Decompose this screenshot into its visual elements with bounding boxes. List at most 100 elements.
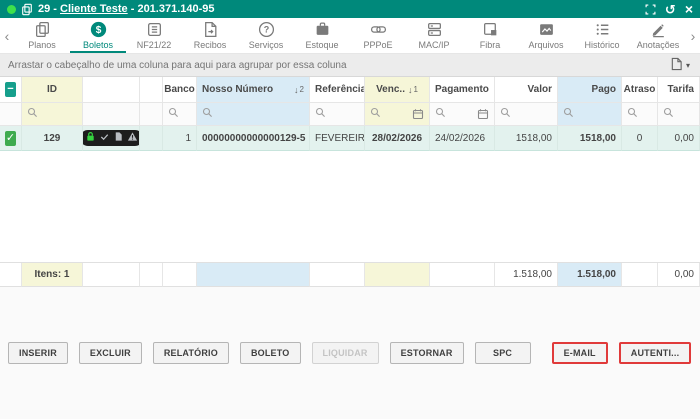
tab-servicos[interactable]: ? Serviços	[238, 18, 294, 53]
fullscreen-icon[interactable]	[645, 4, 656, 15]
tab-label: Histórico	[584, 40, 619, 50]
calendar-icon[interactable]	[477, 108, 489, 120]
filter-spacer	[140, 103, 163, 126]
cell-nosso-numero: 00000000000000129-5	[197, 126, 310, 151]
tab-label: Recibos	[194, 40, 227, 50]
list-icon	[594, 21, 611, 38]
calendar-icon[interactable]	[412, 108, 424, 120]
select-all-cell: −	[0, 77, 22, 103]
col-header-referencia[interactable]: Referência	[310, 77, 365, 103]
titlebar: 29 - Cliente Teste - 201.371.140-95 ↺ ×	[0, 0, 700, 18]
check-icon	[99, 131, 110, 145]
filter-pagamento[interactable]	[430, 103, 495, 126]
window-controls: ↺ ×	[645, 2, 693, 16]
table-row[interactable]: ✓ 129 1 00000000000000129-5 FEVEREIRO...…	[0, 126, 700, 151]
document-icon	[113, 131, 124, 145]
tab-planos[interactable]: Planos	[14, 18, 70, 53]
tab-arquivos[interactable]: Arquivos	[518, 18, 574, 53]
export-button[interactable]: ▾	[670, 57, 690, 74]
col-header-atraso[interactable]: Atraso	[622, 77, 658, 103]
cell-pago: 1518,00	[558, 126, 622, 151]
invoice-list-icon	[146, 21, 163, 38]
tab-boletos[interactable]: $ Boletos	[70, 18, 126, 53]
filter-referencia[interactable]	[310, 103, 365, 126]
tab-label: Planos	[28, 40, 56, 50]
client-billing-window: 29 - Cliente Teste - 201.371.140-95 ↺ × …	[0, 0, 700, 419]
filter-select-cell	[0, 103, 22, 126]
col-header-valor[interactable]: Valor	[495, 77, 558, 103]
client-name-link[interactable]: Cliente Teste	[60, 3, 128, 15]
tab-label: PPPoE	[363, 40, 392, 50]
summary-banco	[163, 263, 197, 287]
search-icon	[370, 107, 381, 121]
estornar-button[interactable]: ESTORNAR	[390, 342, 464, 364]
select-all-checkbox[interactable]: −	[5, 82, 16, 97]
filter-venc[interactable]	[365, 103, 430, 126]
image-icon	[538, 21, 555, 38]
summary-spacer	[140, 263, 163, 287]
group-by-bar[interactable]: Arrastar o cabeçalho de uma coluna para …	[0, 54, 700, 77]
col-header-pago[interactable]: Pago	[558, 77, 622, 103]
filter-tarifa[interactable]	[658, 103, 700, 126]
col-header-tarifa[interactable]: Tarifa	[658, 77, 700, 103]
group-by-hint: Arrastar o cabeçalho de uma coluna para …	[8, 60, 347, 71]
briefcase-icon	[314, 21, 331, 38]
sort-order-badge: 2	[300, 85, 304, 94]
tab-nf2122[interactable]: NF21/22	[126, 18, 182, 53]
relatorio-button[interactable]: RELATÓRIO	[153, 342, 229, 364]
tab-fibra[interactable]: Fibra	[462, 18, 518, 53]
summary-select-cell	[0, 263, 22, 287]
tab-label: NF21/22	[137, 40, 172, 50]
link-icon	[370, 21, 387, 38]
filter-pago[interactable]	[558, 103, 622, 126]
close-icon[interactable]: ×	[685, 2, 693, 16]
tab-label: Arquivos	[528, 40, 563, 50]
row-checkbox[interactable]: ✓	[5, 131, 16, 146]
col-header-id[interactable]: ID	[22, 77, 83, 103]
col-header-nosso-numero[interactable]: Nosso Número↓2	[197, 77, 310, 103]
autenticar-button[interactable]: AUTENTI...	[619, 342, 692, 364]
cell-status-icons	[83, 126, 140, 151]
refresh-icon[interactable]: ↺	[665, 3, 676, 16]
grid-header-row: − ID Banco Nosso Número↓2 Referência Ven…	[0, 77, 700, 103]
tab-label: Anotações	[637, 40, 680, 50]
excluir-button[interactable]: EXCLUIR	[79, 342, 142, 364]
filter-atraso[interactable]	[622, 103, 658, 126]
server-stack-icon	[426, 21, 443, 38]
email-button[interactable]: E-MAIL	[552, 342, 608, 364]
filter-id[interactable]	[22, 103, 83, 126]
status-badge	[83, 130, 140, 146]
tab-anotacoes[interactable]: Anotações	[630, 18, 686, 53]
inserir-button[interactable]: INSERIR	[8, 342, 68, 364]
col-header-status[interactable]	[83, 77, 140, 103]
search-icon	[202, 107, 213, 121]
col-header-pagamento[interactable]: Pagamento	[430, 77, 495, 103]
summary-status	[83, 263, 140, 287]
svg-text:$: $	[95, 25, 101, 36]
spc-button[interactable]: SPC	[475, 342, 531, 364]
search-icon	[435, 107, 446, 121]
filter-nosso-numero[interactable]	[197, 103, 310, 126]
copy-icon[interactable]	[21, 3, 33, 16]
tabs-scroll-right-chevron-icon[interactable]: ›	[686, 18, 700, 53]
tab-estoque[interactable]: Estoque	[294, 18, 350, 53]
liquidar-button: LIQUIDAR	[312, 342, 379, 364]
tab-label: MAC/IP	[418, 40, 449, 50]
search-icon	[563, 107, 574, 121]
pencil-icon	[650, 21, 667, 38]
tab-recibos[interactable]: Recibos	[182, 18, 238, 53]
sort-down-icon: ↓	[294, 85, 299, 95]
chevron-down-icon: ▾	[686, 61, 690, 70]
receipt-export-icon	[202, 21, 219, 38]
filter-valor[interactable]	[495, 103, 558, 126]
col-header-venc[interactable]: Venc..↓1	[365, 77, 430, 103]
tabs-scroll-left-chevron-icon[interactable]: ‹	[0, 18, 14, 53]
tab-pppoe[interactable]: PPPoE	[350, 18, 406, 53]
tab-historico[interactable]: Histórico	[574, 18, 630, 53]
filter-status	[83, 103, 140, 126]
filter-banco[interactable]	[163, 103, 197, 126]
boleto-button[interactable]: BOLETO	[240, 342, 301, 364]
tab-macip[interactable]: MAC/IP	[406, 18, 462, 53]
col-header-banco[interactable]: Banco	[163, 77, 197, 103]
summary-atraso	[622, 263, 658, 287]
